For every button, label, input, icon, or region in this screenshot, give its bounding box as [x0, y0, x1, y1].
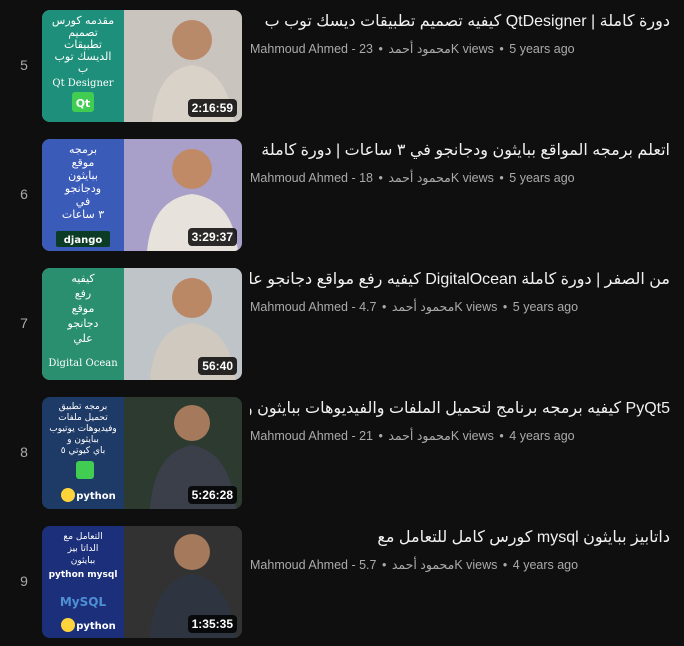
playlist-video-row[interactable]: 6 برمجه موقع ببايثون ودجانجو في ٣ ساعات … [0, 139, 684, 253]
thumb-line: تحميل ملفات [58, 413, 108, 423]
video-index: 7 [20, 315, 28, 331]
meta-separator: • [502, 300, 508, 314]
qt-logo-icon [76, 461, 94, 479]
thumb-line: موقع [72, 156, 95, 169]
badge-label: python [76, 621, 116, 632]
thumb-line: رفع [75, 287, 91, 300]
thumb-line: دجانجو [67, 317, 99, 330]
python-logo-icon [61, 618, 75, 632]
duration-badge: 56:40 [198, 357, 237, 375]
thumb-line: في [76, 195, 90, 208]
channel-name[interactable]: Mahmoud Ahmed - محمود أحمد [250, 171, 451, 185]
video-metadata: Mahmoud Ahmed - محمود أحمد • 21K views •… [250, 428, 575, 443]
channel-name[interactable]: Mahmoud Ahmed - محمود أحمد [250, 42, 451, 56]
video-index: 9 [20, 573, 28, 589]
thumb-line: علي [73, 332, 92, 345]
upload-age: 5 years ago [509, 171, 575, 185]
video-index: 8 [20, 444, 28, 460]
playlist-video-row[interactable]: 8 برمجه تطبيق تحميل ملفات وفيديوهات يوتي… [0, 397, 684, 511]
video-thumbnail[interactable]: مقدمه كورس تصميم تطبيقات الديسك توب ب Qt… [42, 10, 242, 122]
upload-age: 5 years ago [512, 300, 579, 314]
upload-age: 4 years ago [509, 429, 575, 443]
thumb-line: Digital Ocean [48, 358, 118, 369]
meta-separator: • [378, 42, 383, 56]
duration-badge: 2:16:59 [187, 99, 237, 117]
thumb-line: باي كيوتي ٥ [61, 446, 106, 456]
playlist-video-row[interactable]: 9 التعامل مع الداتا بيز ببايثون python m… [0, 526, 684, 640]
thumb-line: python mysql [49, 570, 118, 580]
thumb-line: ببايثون [68, 169, 98, 182]
meta-separator: • [499, 429, 504, 443]
thumb-line: الداتا بيز [67, 544, 99, 554]
video-thumbnail[interactable]: التعامل مع الداتا بيز ببايثون python mys… [42, 526, 242, 638]
thumb-line: التعامل مع [63, 532, 102, 542]
video-index: 6 [20, 186, 28, 202]
thumb-line: وفيديوهات يوتيوب [49, 424, 117, 434]
channel-name[interactable]: Mahmoud Ahmed - محمود أحمد [250, 300, 454, 314]
video-thumbnail[interactable]: كيفيه رفع موقع دجانجو علي Digital Ocean … [42, 268, 242, 380]
thumb-line: برمجه [69, 143, 97, 156]
video-metadata: Mahmoud Ahmed - محمود أحمد • 4.7K views … [250, 299, 578, 314]
thumb-line: ببايثون [71, 556, 95, 566]
thumb-line: ب [78, 62, 88, 75]
video-thumbnail[interactable]: برمجه تطبيق تحميل ملفات وفيديوهات يوتيوب… [42, 397, 242, 509]
channel-name[interactable]: Mahmoud Ahmed - محمود أحمد [250, 429, 451, 443]
python-logo-icon [61, 488, 75, 502]
badge-label: django [64, 235, 103, 246]
thumb-line: ٣ ساعات [62, 208, 104, 221]
video-title[interactable]: دورة كاملة | QtDesigner كيفيه تصميم تطبي… [250, 11, 670, 35]
meta-separator: • [499, 42, 504, 56]
duration-badge: 5:26:28 [187, 486, 237, 504]
thumb-line: Qt Designer [52, 78, 113, 89]
upload-age: 4 years ago [512, 558, 579, 572]
video-index: 5 [20, 57, 28, 73]
badge-label: Qt [76, 97, 91, 110]
video-title[interactable]: PyQt5 كيفيه برمجه برنامج لتحميل الملفات … [250, 398, 670, 422]
video-title[interactable]: اتعلم برمجه المواقع ببايثون ودجانجو في ٣… [250, 140, 670, 164]
mysql-logo-icon: MySQL [60, 595, 107, 609]
duration-badge: 3:29:37 [187, 228, 237, 246]
meta-separator: • [378, 171, 383, 185]
upload-age: 5 years ago [509, 42, 575, 56]
thumb-line: موقع [72, 302, 95, 315]
thumb-line: ودجانجو [64, 182, 101, 195]
video-metadata: Mahmoud Ahmed - محمود أحمد • 18K views •… [250, 170, 575, 185]
video-metadata: Mahmoud Ahmed - محمود أحمد • 5.7K views … [250, 557, 578, 572]
video-title[interactable]: داتابيز ببايثون mysql كورس كامل للتعامل … [250, 527, 670, 551]
thumb-line: برمجه تطبيق [59, 402, 108, 412]
thumb-line: ببايثون و [66, 435, 99, 445]
playlist-video-row[interactable]: 7 كيفيه رفع موقع دجانجو علي Digital Ocea… [0, 268, 684, 382]
video-title[interactable]: من الصفر | دورة كاملة DigitalOcean كيفيه… [250, 269, 670, 293]
duration-badge: 1:35:35 [187, 615, 237, 633]
meta-separator: • [381, 300, 387, 314]
playlist-video-list: 5 مقدمه كورس تصميم تطبيقات الديسك توب ب … [0, 0, 684, 646]
channel-name[interactable]: Mahmoud Ahmed - محمود أحمد [250, 558, 454, 572]
badge-label: python [76, 491, 116, 502]
meta-separator: • [381, 558, 387, 572]
video-thumbnail[interactable]: برمجه موقع ببايثون ودجانجو في ٣ ساعات dj… [42, 139, 242, 251]
playlist-video-row[interactable]: 5 مقدمه كورس تصميم تطبيقات الديسك توب ب … [0, 10, 684, 124]
video-metadata: Mahmoud Ahmed - محمود أحمد • 23K views •… [250, 41, 575, 56]
meta-separator: • [502, 558, 508, 572]
thumb-line: كيفيه [71, 272, 95, 285]
meta-separator: • [378, 429, 383, 443]
meta-separator: • [499, 171, 504, 185]
